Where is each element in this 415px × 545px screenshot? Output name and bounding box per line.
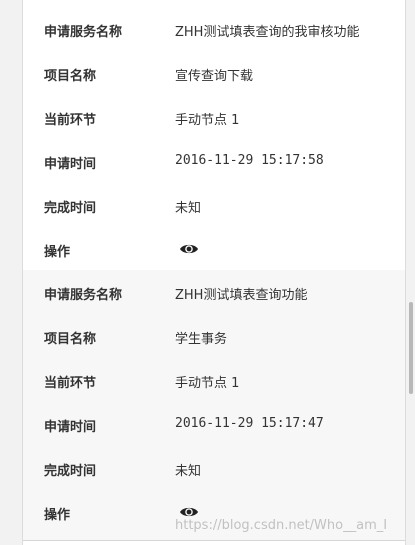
field-label: 项目名称 [44, 69, 97, 84]
field-row-service-name: 申请服务名称 ZHH测试填表查询的我审核功能 [23, 7, 405, 51]
field-label: 当前环节 [44, 113, 97, 128]
finish-time-value: 未知 [175, 464, 202, 479]
current-step-value: 手动节点 1 [175, 376, 240, 391]
service-name-value: ZHH测试填表查询的我审核功能 [175, 25, 360, 40]
record-card: 申请服务名称 ZHH测试填表查询功能 项目名称 学生事务 当前环节 手动节点 1… [23, 270, 405, 541]
scrollbar-thumb[interactable] [409, 302, 413, 394]
watermark: https://blog.csdn.net/Who__am_I [175, 518, 388, 533]
field-label: 项目名称 [44, 332, 97, 347]
field-row-apply-time: 申请时间 2016-11-29 15:17:47 [23, 402, 405, 446]
finish-time-value: 未知 [175, 201, 202, 216]
field-row-service-name: 申请服务名称 ZHH测试填表查询功能 [23, 270, 405, 314]
apply-time-value: 2016-11-29 15:17:58 [175, 153, 324, 168]
field-row-current-step: 当前环节 手动节点 1 [23, 95, 405, 139]
apply-time-value: 2016-11-29 15:17:47 [175, 416, 324, 431]
record-card: 申请服务名称 ZHH测试填表查询的我审核功能 项目名称 宣传查询下载 当前环节 … [23, 0, 405, 271]
field-label: 申请时间 [44, 420, 97, 435]
field-label: 完成时间 [44, 464, 97, 479]
eye-icon [180, 244, 198, 254]
field-row-project-name: 项目名称 宣传查询下载 [23, 51, 405, 95]
field-row-finish-time: 完成时间 未知 [23, 446, 405, 490]
field-row-finish-time: 完成时间 未知 [23, 183, 405, 227]
field-label: 申请时间 [44, 157, 97, 172]
current-step-value: 手动节点 1 [175, 113, 240, 128]
service-name-value: ZHH测试填表查询功能 [175, 288, 308, 303]
field-label: 申请服务名称 [44, 288, 123, 303]
vertical-scrollbar[interactable] [407, 0, 415, 545]
field-row-project-name: 项目名称 学生事务 [23, 314, 405, 358]
record-panel: 申请服务名称 ZHH测试填表查询的我审核功能 项目名称 宣传查询下载 当前环节 … [22, 0, 406, 545]
field-label: 当前环节 [44, 376, 97, 391]
field-row-current-step: 当前环节 手动节点 1 [23, 358, 405, 402]
project-name-value: 学生事务 [175, 332, 228, 347]
field-label: 操作 [44, 245, 71, 260]
field-label: 操作 [44, 508, 71, 523]
record-list-view: 申请服务名称 ZHH测试填表查询的我审核功能 项目名称 宣传查询下载 当前环节 … [0, 0, 415, 545]
field-label: 申请服务名称 [44, 25, 123, 40]
view-button[interactable] [179, 241, 199, 257]
field-row-actions: 操作 [23, 227, 405, 271]
project-name-value: 宣传查询下载 [175, 69, 254, 84]
field-label: 完成时间 [44, 201, 97, 216]
field-row-apply-time: 申请时间 2016-11-29 15:17:58 [23, 139, 405, 183]
